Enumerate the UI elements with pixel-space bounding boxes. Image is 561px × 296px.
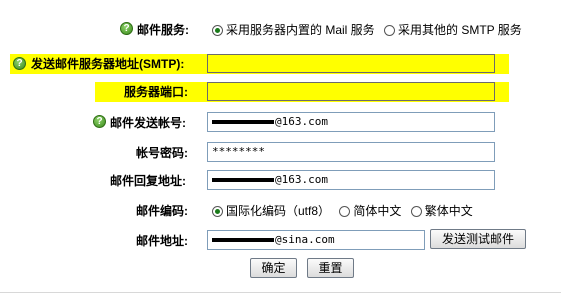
send-account-value: @163.com [275,115,328,128]
radio-selected-icon[interactable] [212,206,223,217]
masked-text [212,238,274,242]
account-password-input[interactable]: ******** [207,142,495,162]
bottom-divider [0,292,561,293]
mail-address-value: @sina.com [275,233,335,246]
radio-unselected-icon[interactable] [339,206,351,217]
radio-builtin-mail-label: 采用服务器内置的 Mail 服务 [226,23,375,37]
help-icon[interactable]: ? [120,22,133,35]
radio-selected-icon[interactable] [212,25,223,36]
help-icon[interactable]: ? [13,57,26,70]
mail-address-input[interactable]: @sina.com [207,230,425,250]
mail-service-label: 邮件服务: [137,23,189,37]
send-account-input[interactable]: @163.com [207,112,495,132]
send-account-label: 邮件发送帐号: [110,116,186,130]
reply-address-value: @163.com [275,173,328,186]
help-icon[interactable]: ? [93,115,106,128]
radio-other-smtp-label: 采用其他的 SMTP 服务 [398,23,522,37]
smtp-port-input[interactable] [207,82,495,101]
mail-service-radio-group: 采用服务器内置的 Mail 服务 采用其他的 SMTP 服务 [212,22,528,38]
account-password-label: 帐号密码: [136,146,188,160]
reply-address-label: 邮件回复地址: [110,174,186,188]
radio-other-smtp[interactable]: 采用其他的 SMTP 服务 [384,23,528,37]
radio-traditional-chinese-label: 繁体中文 [424,204,473,218]
encoding-radio-group: 国际化编码（utf8） 简体中文 繁体中文 [212,203,479,219]
radio-unselected-icon[interactable] [384,25,396,36]
smtp-server-label: 发送邮件服务器地址(SMTP): [31,57,185,71]
smtp-port-label: 服务器端口: [124,85,188,99]
radio-utf8[interactable]: 国际化编码（utf8） [212,204,336,218]
mail-address-label: 邮件地址: [136,234,188,248]
radio-unselected-icon[interactable] [410,206,422,217]
reply-address-input[interactable]: @163.com [207,170,495,190]
masked-text [212,120,274,124]
masked-text [212,178,274,182]
radio-traditional-chinese[interactable]: 繁体中文 [410,204,479,218]
radio-utf8-label: 国际化编码（utf8） [226,204,331,218]
radio-simplified-chinese[interactable]: 简体中文 [339,204,407,218]
encoding-label: 邮件编码: [136,204,188,218]
reset-button[interactable]: 重置 [307,258,354,278]
radio-simplified-chinese-label: 简体中文 [353,204,402,218]
send-test-mail-button[interactable]: 发送测试邮件 [430,229,526,249]
ok-button[interactable]: 确定 [250,258,297,278]
smtp-server-input[interactable] [207,54,495,73]
radio-builtin-mail[interactable]: 采用服务器内置的 Mail 服务 [212,23,381,37]
